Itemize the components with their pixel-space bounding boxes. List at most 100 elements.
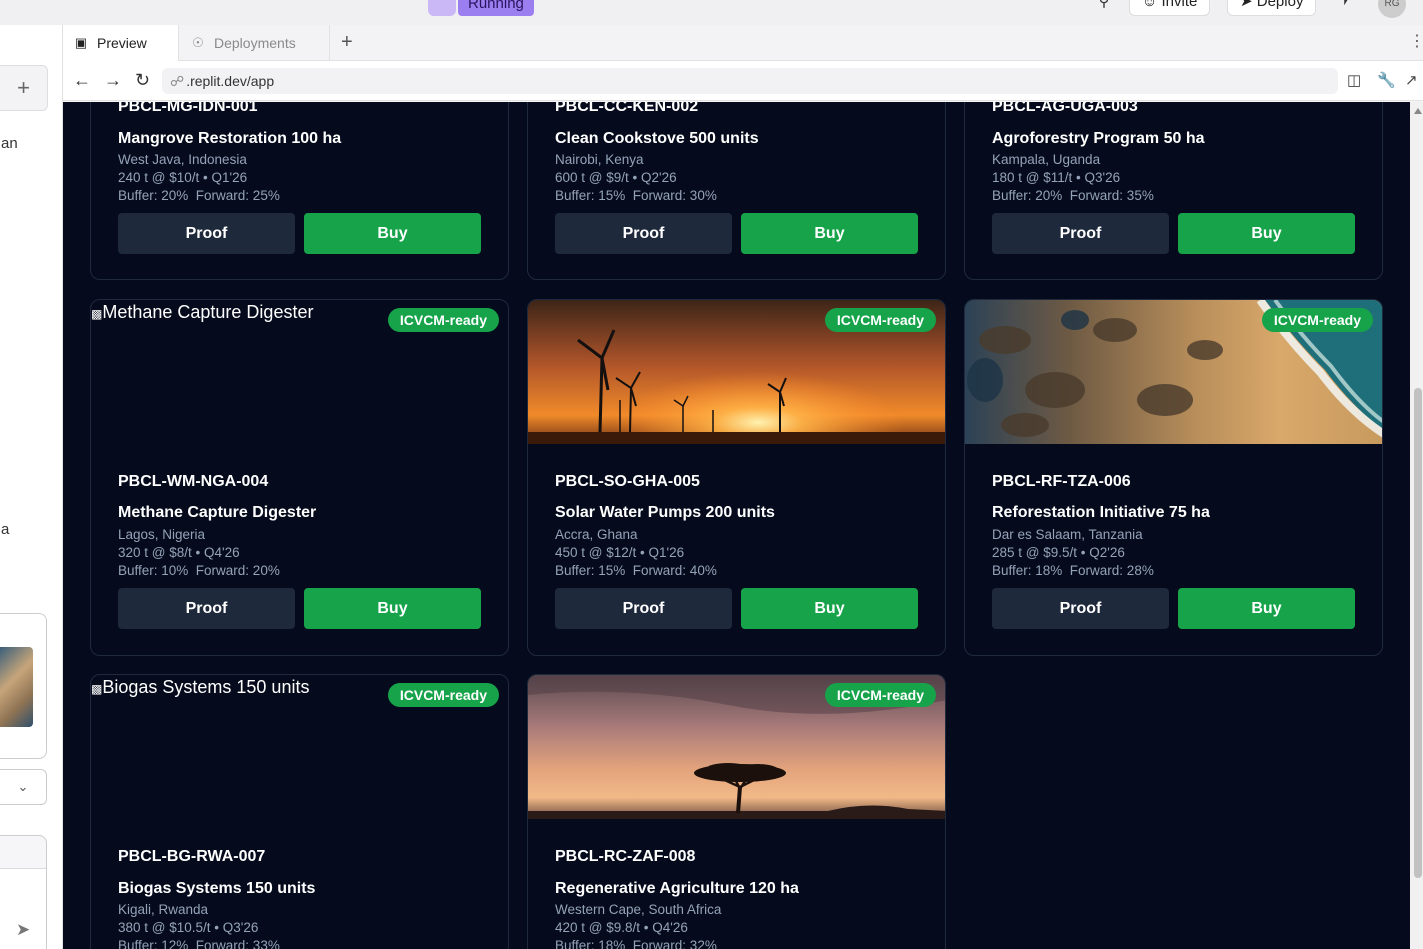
- project-location: Kigali, Rwanda: [118, 902, 209, 917]
- project-supply: 285 t @ $9.5/t • Q2'26: [992, 545, 1125, 560]
- left-preview-card[interactable]: [0, 613, 47, 759]
- project-title: Biogas Systems 150 units: [118, 880, 316, 897]
- project-card: PBCL-MG-IDN-001 Mangrove Restoration 100…: [90, 102, 509, 280]
- buy-button[interactable]: Buy: [741, 213, 918, 254]
- open-external-icon[interactable]: ↗: [1405, 71, 1418, 89]
- wrench-icon[interactable]: 🔧: [1377, 71, 1396, 89]
- project-card: ICVCM-ready PBCL-RF-TZA-006 Reforestatio…: [964, 299, 1383, 656]
- icvcm-badge: ICVCM-ready: [824, 683, 936, 707]
- invite-button[interactable]: ☺ Invite: [1129, 0, 1211, 16]
- icvcm-badge: ICVCM-ready: [387, 683, 499, 707]
- chevron-down-icon[interactable]: ⌄: [0, 769, 47, 805]
- project-location: Dar es Salaam, Tanzania: [992, 527, 1143, 542]
- project-supply: 450 t @ $12/t • Q1'26: [555, 545, 685, 560]
- buy-button[interactable]: Buy: [304, 213, 481, 254]
- proof-button[interactable]: Proof: [992, 588, 1169, 629]
- deploy-button[interactable]: ➤ Deploy: [1227, 0, 1317, 16]
- screen: Running ⚲ ☺ Invite ➤ Deploy ⎖ RG + an a …: [0, 0, 1423, 949]
- add-icon[interactable]: +: [0, 65, 48, 111]
- tab-deployments[interactable]: ☉ Deployments: [180, 25, 330, 61]
- image-alt-text: ▩Methane Capture Digester: [91, 302, 313, 323]
- project-title: Methane Capture Digester: [118, 504, 317, 521]
- app-viewport: PBCL-MG-IDN-001 Mangrove Restoration 100…: [63, 102, 1410, 949]
- send-icon[interactable]: ➤: [16, 920, 30, 940]
- icvcm-badge: ICVCM-ready: [387, 308, 499, 332]
- run-status[interactable]: Running: [428, 0, 534, 16]
- avatar[interactable]: RG: [1378, 0, 1406, 18]
- preview-thumbnail: [0, 647, 33, 727]
- deploy-label: Deploy: [1256, 0, 1304, 10]
- project-code: PBCL-WM-NGA-004: [118, 473, 269, 490]
- project-supply: 320 t @ $8/t • Q4'26: [118, 545, 240, 560]
- project-code: PBCL-AG-UGA-003: [992, 102, 1138, 115]
- project-code: PBCL-MG-IDN-001: [118, 102, 258, 115]
- project-code: PBCL-RF-TZA-006: [992, 473, 1131, 490]
- project-title: Reforestation Initiative 75 ha: [992, 504, 1210, 521]
- devices-icon[interactable]: ◫: [1347, 71, 1361, 89]
- project-code: PBCL-CC-KEN-002: [555, 102, 699, 115]
- project-card: PBCL-CC-KEN-002 Clean Cookstove 500 unit…: [527, 102, 946, 280]
- project-terms: Buffer: 10% Forward: 20%: [118, 563, 280, 578]
- proof-button[interactable]: Proof: [118, 213, 295, 254]
- tab-label: Deployments: [214, 35, 296, 51]
- broken-image-icon: ▩: [91, 682, 103, 696]
- image-alt-label: Biogas Systems 150 units: [102, 677, 310, 697]
- buy-button[interactable]: Buy: [304, 588, 481, 629]
- icvcm-badge: ICVCM-ready: [1261, 308, 1373, 332]
- project-terms: Buffer: 15% Forward: 30%: [555, 188, 717, 203]
- more-options-icon[interactable]: ⋮: [1409, 31, 1423, 51]
- proof-button[interactable]: Proof: [992, 213, 1169, 254]
- image-alt-text: ▩Biogas Systems 150 units: [91, 677, 309, 698]
- link-icon: ☍: [170, 73, 185, 89]
- project-card: ICVCM-ready PBCL-SO-GHA-005 Solar Water …: [527, 299, 946, 656]
- project-title: Agroforestry Program 50 ha: [992, 130, 1205, 147]
- project-terms: Buffer: 12% Forward: 33%: [118, 938, 280, 949]
- project-supply: 240 t @ $10/t • Q1'26: [118, 170, 248, 185]
- project-supply: 380 t @ $10.5/t • Q3'26: [118, 920, 259, 935]
- buy-button[interactable]: Buy: [1178, 588, 1355, 629]
- new-tab-icon[interactable]: +: [341, 31, 353, 54]
- proof-button[interactable]: Proof: [555, 213, 732, 254]
- workspace-topbar: Running ⚲ ☺ Invite ➤ Deploy ⎖ RG: [0, 0, 1423, 25]
- tab-preview[interactable]: ▣ Preview: [63, 25, 179, 61]
- project-card: ▩Methane Capture Digester ICVCM-ready PB…: [90, 299, 509, 656]
- url-text: .replit.dev/app: [186, 73, 275, 89]
- project-card: PBCL-AG-UGA-003 Agroforestry Program 50 …: [964, 102, 1383, 280]
- tab-strip: ▣ Preview ☉ Deployments + ⋮: [63, 25, 1423, 61]
- buy-button[interactable]: Buy: [1178, 213, 1355, 254]
- project-location: West Java, Indonesia: [118, 152, 247, 167]
- project-terms: Buffer: 18% Forward: 28%: [992, 563, 1154, 578]
- forward-arrow-icon[interactable]: →: [104, 70, 122, 91]
- project-code: PBCL-RC-ZAF-008: [555, 848, 696, 865]
- project-supply: 420 t @ $9.8/t • Q4'26: [555, 920, 688, 935]
- address-input[interactable]: ☍ .replit.dev/app: [162, 68, 1338, 94]
- scroll-up-arrow-icon[interactable]: [1414, 108, 1422, 114]
- project-title: Regenerative Agriculture 120 ha: [555, 880, 799, 897]
- back-arrow-icon[interactable]: ←: [73, 70, 91, 91]
- project-card: ICVCM-ready PBCL-RC-ZAF-008 Regenerative…: [527, 674, 946, 949]
- project-terms: Buffer: 20% Forward: 25%: [118, 188, 280, 203]
- project-title: Clean Cookstove 500 units: [555, 130, 759, 147]
- proof-button[interactable]: Proof: [555, 588, 732, 629]
- left-panel-text: a: [1, 521, 10, 538]
- project-supply: 180 t @ $11/t • Q3'26: [992, 170, 1121, 185]
- left-panel-text: an: [1, 135, 18, 152]
- running-label: Running: [458, 0, 534, 16]
- buy-button[interactable]: Buy: [741, 588, 918, 629]
- project-location: Lagos, Nigeria: [118, 527, 206, 542]
- project-terms: Buffer: 18% Forward: 32%: [555, 938, 717, 949]
- project-code: PBCL-BG-RWA-007: [118, 848, 266, 865]
- project-location: Western Cape, South Africa: [555, 902, 722, 917]
- search-icon[interactable]: ⚲: [1094, 0, 1114, 12]
- monitor-icon: ▣: [74, 35, 88, 50]
- scrollbar-thumb[interactable]: [1414, 388, 1422, 878]
- project-location: Nairobi, Kenya: [555, 152, 644, 167]
- project-location: Accra, Ghana: [555, 527, 638, 542]
- project-code: PBCL-SO-GHA-005: [555, 473, 700, 490]
- deployments-icon: ☉: [192, 35, 204, 50]
- reload-icon[interactable]: ↻: [135, 70, 150, 91]
- project-terms: Buffer: 20% Forward: 35%: [992, 188, 1154, 203]
- proof-button[interactable]: Proof: [118, 588, 295, 629]
- run-icon: [428, 0, 456, 16]
- bell-icon[interactable]: ⎖: [1336, 0, 1356, 12]
